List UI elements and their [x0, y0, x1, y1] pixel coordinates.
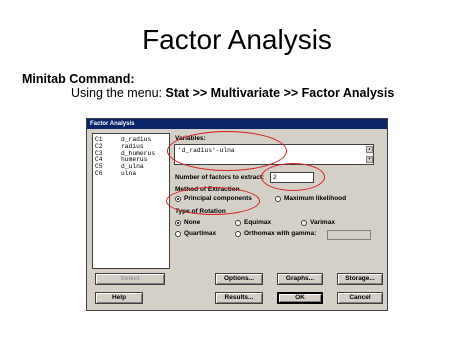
radio-rotation-varimax[interactable]: Varimax — [301, 219, 335, 226]
select-button[interactable]: Select — [95, 273, 165, 285]
cancel-button[interactable]: Cancel — [337, 292, 383, 304]
slide-title: Factor Analysis — [142, 24, 332, 55]
radio-icon — [235, 230, 241, 237]
radio-icon — [275, 195, 281, 202]
results-button[interactable]: Results... — [215, 292, 263, 304]
scroll-up-icon[interactable]: ▴ — [366, 146, 373, 153]
principal-components-highlight-ellipse — [166, 187, 260, 215]
num-factors-label: Number of factors to extract: — [175, 174, 265, 181]
storage-button[interactable]: Storage... — [337, 273, 383, 285]
radio-maximum-likelihood[interactable]: Maximum likelihood — [275, 195, 346, 202]
num-factors-highlight-ellipse — [261, 163, 325, 191]
options-button[interactable]: Options... — [215, 273, 263, 285]
variables-highlight-ellipse — [167, 131, 287, 171]
ok-button[interactable]: OK — [277, 292, 323, 304]
radio-selected-icon — [175, 219, 181, 226]
command-heading: Minitab Command: — [22, 72, 135, 86]
radio-icon — [301, 219, 307, 226]
dialog-titlebar: Factor Analysis — [87, 119, 387, 129]
radio-icon — [235, 219, 241, 226]
scroll-down-icon[interactable]: ▾ — [366, 156, 373, 163]
variable-listbox[interactable]: C1 d_radius C2 radius C3 d_humerus C4 humeru… — [92, 133, 170, 269]
radio-rotation-none[interactable]: None — [175, 219, 200, 226]
list-item[interactable]: C6 ulna — [95, 170, 167, 178]
radio-rotation-equimax[interactable]: Equimax — [235, 219, 271, 226]
gamma-field[interactable] — [327, 230, 371, 240]
help-button[interactable]: Help — [95, 292, 143, 304]
radio-icon — [175, 230, 181, 237]
graphs-button[interactable]: Graphs... — [277, 273, 323, 285]
radio-rotation-quartimax[interactable]: Quartimax — [175, 230, 216, 237]
command-path: Stat >> Multivariate >> Factor Analysis — [165, 86, 395, 100]
command-line: Using the menu: Stat >> Multivariate >> … — [71, 86, 394, 100]
command-prefix: Using the menu: — [71, 86, 166, 100]
radio-rotation-orthomax[interactable]: Orthomax with gamma: — [235, 230, 316, 237]
